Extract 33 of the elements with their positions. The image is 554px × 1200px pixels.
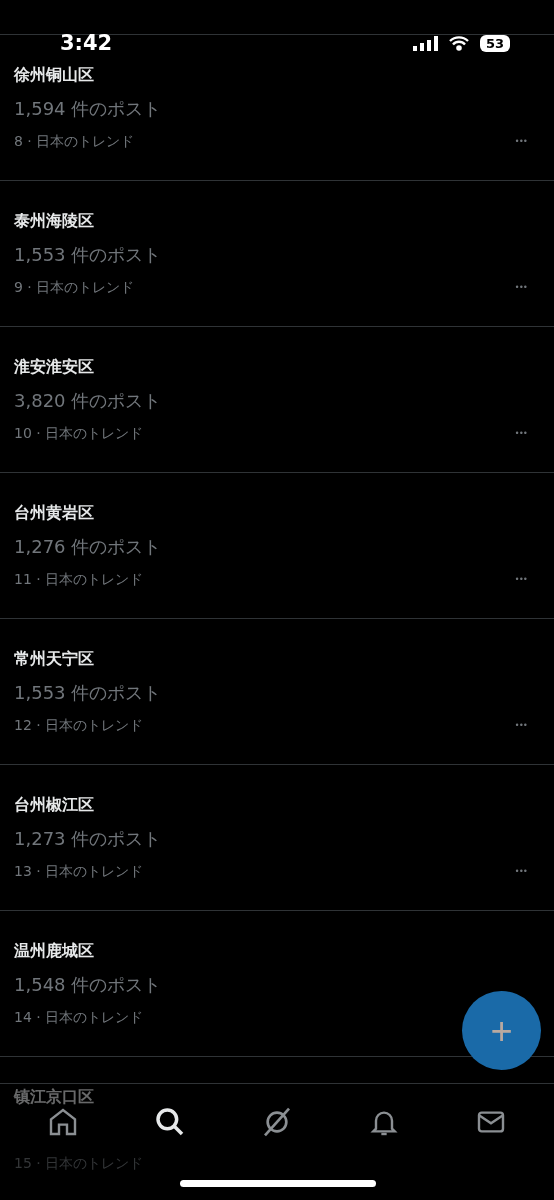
trend-title: 温州鹿城区 (14, 940, 94, 962)
more-button[interactable]: ••• (515, 282, 528, 292)
wifi-icon (447, 35, 470, 51)
trend-title: 镇江京口区 (14, 1086, 94, 1108)
trend-rank: 12 · 日本のトレンド (14, 716, 144, 735)
more-button[interactable]: ••• (515, 720, 528, 730)
post-count: 1,548 件のポスト (14, 973, 162, 997)
trend-title: 台州黄岩区 (14, 502, 94, 524)
trend-rank: 9 · 日本のトレンド (14, 278, 135, 297)
slash-circle-icon (261, 1106, 293, 1138)
post-count: 1,594 件のポスト (14, 97, 162, 121)
trend-title: 常州天宁区 (14, 648, 94, 670)
trend-rank: 10 · 日本のトレンド (14, 424, 144, 443)
trend-title: 徐州铜山区 (14, 64, 94, 86)
trend-title: 淮安淮安区 (14, 356, 94, 378)
signal-icon (412, 35, 438, 51)
trend-rank: 11 · 日本のトレンド (14, 570, 144, 589)
trend-rank: 13 · 日本のトレンド (14, 862, 144, 881)
trend-rank: 8 · 日本のトレンド (14, 132, 135, 151)
compose-button[interactable]: + (462, 991, 541, 1070)
post-count: 1,273 件のポスト (14, 827, 162, 851)
trend-title: 台州椒江区 (14, 794, 94, 816)
more-button[interactable]: ••• (515, 428, 528, 438)
post-count: 1,553 件のポスト (14, 243, 162, 267)
trend-title: 泰州海陵区 (14, 210, 94, 232)
more-button[interactable]: ••• (515, 574, 528, 584)
post-count: 3,820 件のポスト (14, 389, 162, 413)
more-button[interactable]: ••• (515, 866, 528, 876)
post-count: 1,553 件のポスト (14, 681, 162, 705)
status-time: 3:42 (60, 31, 113, 55)
trend-rank: 14 · 日本のトレンド (14, 1008, 144, 1027)
post-count: 1,276 件のポスト (14, 535, 162, 559)
more-button[interactable]: ••• (515, 136, 528, 146)
